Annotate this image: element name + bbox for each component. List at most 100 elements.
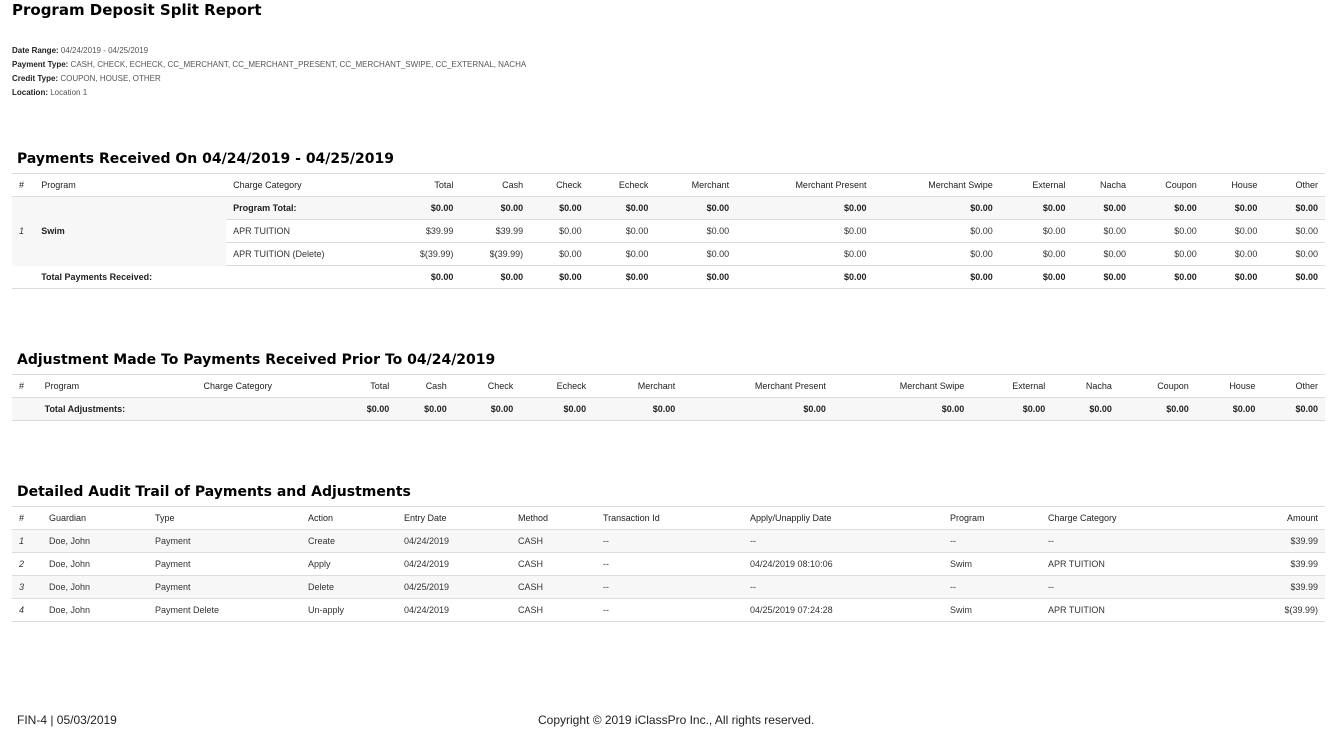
col-header: Amount: [1221, 506, 1325, 530]
table-cell: Payment Delete: [148, 598, 301, 622]
table-cell: Doe, John: [42, 598, 148, 622]
amount-cell: $0.00: [999, 219, 1073, 243]
col-header: Charge Category: [226, 173, 384, 197]
report-title: Program Deposit Split Report: [12, 1, 262, 19]
amount-cell: $0.00: [736, 242, 874, 266]
adjustments-section-title: Adjustment Made To Payments Received Pri…: [17, 352, 496, 368]
table-cell: 4: [12, 598, 42, 622]
program-name: Swim: [34, 196, 227, 266]
col-header: Total: [329, 374, 397, 398]
col-header: Merchant Present: [736, 173, 874, 197]
amount-cell: $0.00: [971, 397, 1053, 421]
amount-cell: $0.00: [588, 219, 656, 243]
amount-cell: $0.00: [1133, 219, 1204, 243]
amount-cell: $0.00: [1264, 219, 1325, 243]
amount-cell: $0.00: [655, 242, 737, 266]
amount-cell: $0.00: [1203, 242, 1265, 266]
amount-cell: $0.00: [1133, 196, 1204, 220]
amount-cell: $0.00: [1133, 242, 1204, 266]
table-cell: $39.99: [1221, 552, 1325, 576]
payments-section-title: Payments Received On 04/24/2019 - 04/25/…: [17, 151, 394, 167]
table-cell: --: [943, 575, 1041, 599]
audit-row: 1 Doe, John Payment Create 04/24/2019 CASH -- -…: [12, 529, 1325, 553]
col-header: Check: [453, 374, 521, 398]
col-header: House: [1203, 173, 1265, 197]
amount-cell: $0.00: [383, 265, 461, 289]
col-header: #: [12, 173, 35, 197]
table-cell: Doe, John: [42, 529, 148, 553]
table-cell: --: [743, 575, 943, 599]
filter-location: Location: Location 1: [12, 88, 88, 97]
amount-cell: $0.00: [873, 219, 1000, 243]
col-header: Program: [37, 374, 197, 398]
table-cell: Swim: [943, 552, 1041, 576]
charge-category: Program Total:: [226, 196, 384, 220]
adjustments-table: # Program Charge Category Total Cash Che…: [12, 374, 1325, 421]
table-cell: APR TUITION: [1041, 552, 1221, 576]
col-header: Nacha: [1052, 374, 1119, 398]
col-header: Echeck: [588, 173, 656, 197]
col-header: Transaction Id: [596, 506, 743, 530]
table-cell: CASH: [511, 529, 596, 553]
col-header: Other: [1264, 173, 1325, 197]
col-header: Charge Category: [1041, 506, 1221, 530]
col-header: Charge Category: [196, 374, 330, 398]
col-header: Apply/Unappliy Date: [743, 506, 943, 530]
audit-section-title: Detailed Audit Trail of Payments and Adj…: [17, 484, 411, 500]
table-cell: [12, 397, 38, 421]
table-cell: --: [1041, 575, 1221, 599]
amount-cell: $0.00: [655, 196, 737, 220]
amount-cell: $0.00: [396, 397, 454, 421]
amount-cell: $0.00: [999, 196, 1073, 220]
total-label: Total Adjustments:: [37, 397, 330, 421]
filter-credit-type: Credit Type: COUPON, HOUSE, OTHER: [12, 74, 161, 83]
table-cell: CASH: [511, 598, 596, 622]
col-header: Merchant Present: [682, 374, 833, 398]
program-total-row: 1 Swim Program Total: $0.00 $0.00 $0.00 $0.00 $…: [12, 196, 1325, 266]
amount-cell: $0.00: [1264, 265, 1325, 289]
amount-cell: $0.00: [1072, 242, 1134, 266]
table-cell: Delete: [301, 575, 397, 599]
copyright: Copyright © 2019 iClassPro Inc., All rig…: [538, 713, 815, 727]
amount-cell: $0.00: [736, 265, 874, 289]
amount-cell: $39.99: [383, 219, 461, 243]
charge-category: APR TUITION (Delete): [226, 242, 384, 266]
table-cell: Create: [301, 529, 397, 553]
audit-header-row: # Guardian Type Action Entry Date Method…: [12, 506, 1325, 530]
table-cell: CASH: [511, 552, 596, 576]
amount-cell: $0.00: [588, 242, 656, 266]
amount-cell: $0.00: [873, 265, 1000, 289]
col-header: Merchant: [593, 374, 683, 398]
amount-cell: $0.00: [453, 397, 521, 421]
audit-row: 4 Doe, John Payment Delete Un-apply 04/24/20…: [12, 598, 1325, 622]
col-header: #: [12, 506, 42, 530]
col-header: Merchant: [655, 173, 737, 197]
amount-cell: $0.00: [588, 265, 656, 289]
col-header: Coupon: [1118, 374, 1196, 398]
table-cell: Un-apply: [301, 598, 397, 622]
amount-cell: $0.00: [1203, 219, 1265, 243]
table-cell: [12, 265, 35, 289]
table-cell: Apply: [301, 552, 397, 576]
table-cell: --: [943, 529, 1041, 553]
amount-cell: $0.00: [593, 397, 683, 421]
adjustments-header-row: # Program Charge Category Total Cash Che…: [12, 374, 1325, 398]
amount-cell: $0.00: [682, 397, 833, 421]
total-adjustments-row: Total Adjustments: $0.00 $0.00 $0.00 $0.00 $0…: [12, 397, 1325, 421]
col-header: Merchant Swipe: [873, 173, 1000, 197]
table-cell: 04/25/2019: [397, 575, 511, 599]
table-cell: 1: [12, 529, 42, 553]
col-header: External: [971, 374, 1053, 398]
total-label: Total Payments Received:: [34, 265, 384, 289]
filter-payment-type: Payment Type: CASH, CHECK, ECHECK, CC_ME…: [12, 60, 527, 69]
table-cell: --: [596, 575, 743, 599]
amount-cell: $0.00: [1072, 196, 1134, 220]
amount-cell: $0.00: [588, 196, 656, 220]
col-header: #: [12, 374, 38, 398]
amount-cell: $0.00: [1264, 196, 1325, 220]
row-number: 1: [12, 196, 35, 266]
col-header: Merchant Swipe: [832, 374, 972, 398]
amount-cell: $0.00: [530, 265, 589, 289]
amount-cell: $0.00: [999, 265, 1073, 289]
table-cell: Swim: [943, 598, 1041, 622]
